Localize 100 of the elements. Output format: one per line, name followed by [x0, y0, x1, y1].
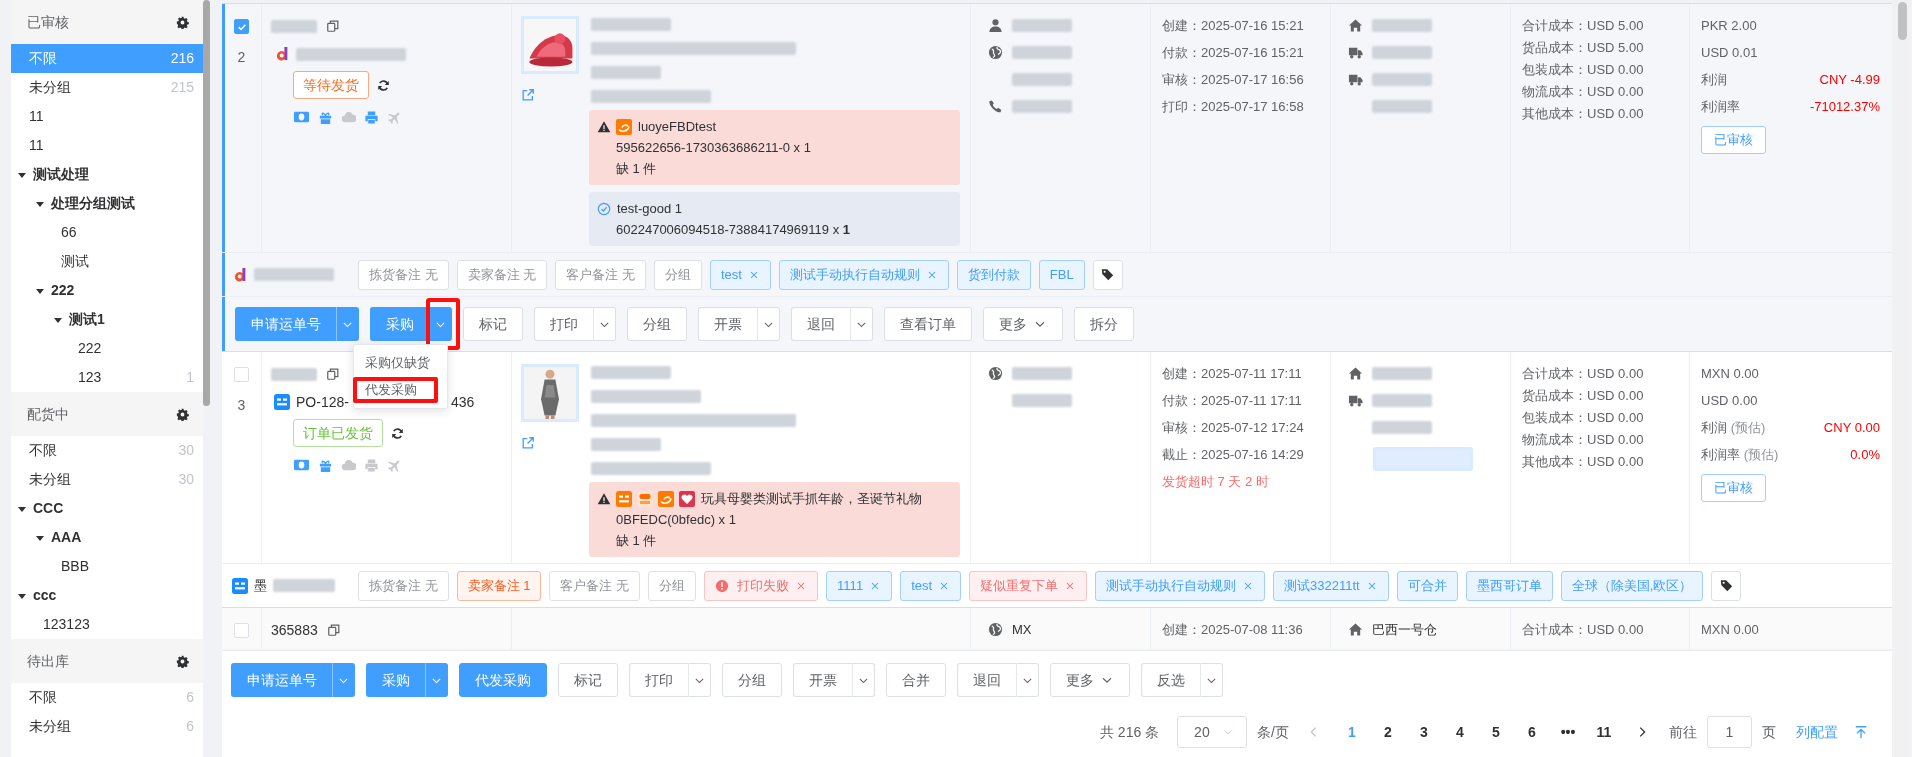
dropdown-button[interactable]: [332, 663, 355, 697]
tree-item[interactable]: 测试处理: [11, 160, 203, 189]
profit-value: CNY -4.99: [1819, 72, 1880, 89]
tree-item[interactable]: 123123: [11, 610, 203, 639]
cost-entry: 合计成本：USD 0.00: [1522, 622, 1645, 639]
page-link[interactable]: •••: [1555, 721, 1581, 743]
tree-item[interactable]: CCC: [11, 494, 203, 523]
truck-icon: [1348, 45, 1363, 60]
action-button[interactable]: 拆分: [1074, 307, 1134, 341]
action-button[interactable]: 退回: [957, 663, 1016, 697]
settings-icon[interactable]: [176, 15, 189, 29]
tree-item[interactable]: 11: [11, 131, 203, 160]
copy-icon[interactable]: [326, 367, 340, 381]
tree-item[interactable]: AAA: [11, 523, 203, 552]
tree-item[interactable]: 未分组 215: [11, 73, 203, 102]
scrollbar-thumb[interactable]: [203, 0, 210, 406]
tree-item[interactable]: 不限 6: [11, 683, 203, 712]
tree-item[interactable]: 123 1: [11, 363, 203, 392]
truck-icon: [1348, 393, 1363, 408]
blurred-text: [1012, 46, 1072, 59]
tree-item[interactable]: 测试: [11, 247, 203, 276]
page-link[interactable]: 6: [1519, 721, 1545, 743]
settings-icon[interactable]: [176, 654, 189, 668]
error-icon: [715, 578, 730, 593]
blurred-text: [1012, 394, 1072, 407]
row-number: 2: [237, 48, 246, 67]
page-link[interactable]: 3: [1411, 721, 1437, 743]
shop-name: 墨: [254, 576, 267, 595]
tree-item[interactable]: 测试1: [11, 305, 203, 334]
amount: USD 0.01: [1701, 45, 1759, 62]
tree-item[interactable]: 处理分组测试: [11, 189, 203, 218]
tree-item[interactable]: 11: [11, 102, 203, 131]
action-button[interactable]: 标记: [558, 663, 618, 697]
dropdown-button[interactable]: [425, 663, 448, 697]
cost-entry: 物流成本：USD 0.00: [1522, 84, 1645, 101]
dropdown-button[interactable]: [429, 307, 452, 341]
copy-icon[interactable]: [326, 19, 340, 33]
menu-item[interactable]: 代发采购: [357, 381, 434, 399]
page-link[interactable]: 4: [1447, 721, 1473, 743]
blurred-text: [1372, 19, 1432, 32]
shop-logo-icon: [232, 266, 248, 283]
tree-item[interactable]: BBB: [11, 552, 203, 581]
action-button[interactable]: 打印: [534, 307, 593, 341]
action-button[interactable]: 退回: [791, 307, 850, 341]
page-link[interactable]: 11: [1591, 721, 1617, 743]
order-number: 436: [450, 392, 475, 412]
action-button[interactable]: 打印: [629, 663, 688, 697]
cost-entry: 合计成本：USD 5.00: [1522, 18, 1645, 35]
tree-item[interactable]: 未分组 6: [11, 712, 203, 741]
cloud-icon[interactable]: [341, 457, 356, 473]
tree-item[interactable]: ccc: [11, 581, 203, 610]
action-button[interactable]: 开票: [698, 307, 757, 341]
action-button[interactable]: 分组: [722, 663, 782, 697]
menu-item[interactable]: 采购仅缺货: [354, 350, 447, 376]
action-button[interactable]: 查看订单: [884, 307, 972, 341]
globe-icon: [988, 45, 1003, 60]
action-button[interactable]: 标记: [463, 307, 523, 341]
tree-item[interactable]: 222: [11, 334, 203, 363]
cost-entry: 其他成本：USD 0.00: [1522, 106, 1645, 123]
store-logo-icon: [658, 490, 674, 507]
page-unit-label: 页: [1762, 722, 1776, 742]
time-entry: 付款：2025-07-16 15:21: [1162, 45, 1305, 62]
scrollbar-thumb[interactable]: [1898, 2, 1907, 40]
profit-value: CNY 0.00: [1823, 420, 1880, 437]
print-icon[interactable]: [364, 109, 379, 125]
settings-icon[interactable]: [176, 407, 189, 421]
cloud-icon[interactable]: [341, 109, 356, 125]
cost-entry: 包装成本：USD 0.00: [1522, 410, 1645, 427]
page-input[interactable]: 1: [1707, 716, 1752, 748]
external-link-icon[interactable]: [521, 436, 535, 450]
money-icon[interactable]: [293, 110, 310, 124]
action-button[interactable]: 更多: [1050, 663, 1130, 697]
page-size-select[interactable]: 20: [1177, 716, 1248, 748]
alert-title: 玩具母婴类测试手抓年龄，圣诞节礼物: [701, 490, 922, 508]
copy-icon[interactable]: [326, 623, 341, 637]
alert-line: 595622656-1730363686211-0 x 1: [615, 139, 812, 157]
tag-button[interactable]: [1092, 259, 1123, 290]
profit-label: 利润 (预估): [1701, 420, 1766, 437]
tree-item[interactable]: 未分组 30: [11, 465, 203, 494]
time-entry: 创建：2025-07-16 15:21: [1162, 18, 1305, 35]
action-button[interactable]: 分组: [627, 307, 687, 341]
external-link-icon[interactable]: [521, 88, 535, 102]
tree-item[interactable]: 66: [11, 218, 203, 247]
refresh-icon[interactable]: [377, 78, 390, 92]
action-button[interactable]: 更多: [983, 307, 1063, 341]
tree-item[interactable]: 不限 30: [11, 436, 203, 465]
page-link[interactable]: 2: [1375, 721, 1401, 743]
dropdown-button[interactable]: [336, 307, 359, 341]
checkbox[interactable]: [234, 19, 249, 34]
amount: MXN 0.00: [1701, 622, 1760, 639]
action-button[interactable]: 开票: [793, 663, 852, 697]
tag-button[interactable]: [1711, 570, 1742, 601]
tree-item[interactable]: 222: [11, 276, 203, 305]
action-button[interactable]: 合并: [886, 663, 946, 697]
money-icon[interactable]: [293, 458, 310, 472]
back-to-top-icon[interactable]: [1854, 725, 1868, 739]
refresh-icon[interactable]: [391, 426, 404, 440]
print-icon[interactable]: [364, 457, 379, 473]
page-link[interactable]: 5: [1483, 721, 1509, 743]
action-button[interactable]: 反选: [1141, 663, 1200, 697]
